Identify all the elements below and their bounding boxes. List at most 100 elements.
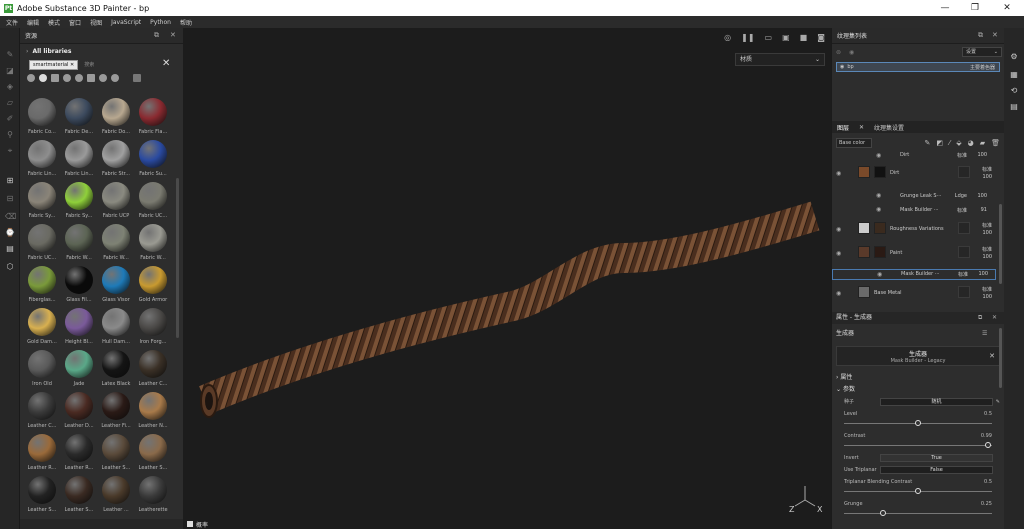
history-icon[interactable]: ⟲ — [1009, 86, 1019, 96]
cube-icon[interactable]: ⬡ — [5, 262, 15, 272]
level-value[interactable]: 0.5 — [984, 408, 992, 420]
menu-window[interactable]: 窗口 — [69, 18, 81, 27]
edit-icon[interactable]: ✎ — [996, 396, 1000, 408]
eye-icon[interactable]: ◉ — [840, 64, 844, 70]
projection-icon[interactable]: ◈ — [5, 82, 15, 92]
filter-material-icon[interactable] — [39, 74, 47, 82]
contrast-slider[interactable] — [844, 442, 992, 450]
slider-knob[interactable] — [915, 488, 921, 494]
layer-blend[interactable]: 标准 — [950, 152, 967, 159]
grid-view-icon[interactable] — [133, 74, 141, 82]
layer-opacity[interactable]: 100 — [975, 294, 992, 300]
slider-knob[interactable] — [879, 510, 886, 516]
log-icon[interactable]: ▤ — [1009, 102, 1019, 112]
grunge-value[interactable]: 0.25 — [981, 498, 992, 510]
layer-opacity[interactable]: 100 — [975, 174, 992, 180]
channel-select[interactable]: Base color — [836, 137, 872, 148]
asset-tile[interactable]: Fabric De... — [61, 98, 97, 140]
invert-toggle[interactable]: True — [880, 454, 993, 462]
display-settings-icon[interactable]: ▦ — [1009, 70, 1019, 80]
eye-icon[interactable]: ◉ — [876, 192, 881, 199]
assets-icon[interactable]: ⊞ — [5, 176, 15, 186]
filter-brush-icon[interactable] — [87, 74, 95, 82]
slider-knob[interactable] — [984, 442, 991, 448]
asset-tile[interactable]: Leather S... — [61, 476, 97, 518]
shader-settings-icon[interactable]: ⚙ — [1009, 52, 1019, 62]
eraser-icon[interactable]: ◪ — [5, 66, 15, 76]
asset-tile[interactable]: Gold Dam... — [24, 308, 60, 350]
asset-tile[interactable]: Iron Forg... — [135, 308, 171, 350]
asset-tile[interactable]: Leather N... — [135, 392, 171, 434]
add-effect-icon[interactable]: ✎ — [925, 139, 931, 147]
layer-blend[interactable]: 标准 — [975, 166, 992, 173]
layer-opacity[interactable]: 100 — [975, 254, 992, 260]
asset-tile[interactable]: Leather ... — [98, 476, 134, 518]
menu-python[interactable]: Python — [150, 19, 171, 26]
asset-tile[interactable]: Leather S... — [98, 434, 134, 476]
layer-opacity[interactable]: 100 — [971, 271, 988, 277]
filter-smart-icon[interactable] — [63, 74, 71, 82]
asset-tile[interactable]: Height Bl... — [61, 308, 97, 350]
shelf-icon[interactable]: ⊟ — [5, 194, 15, 204]
asset-tile[interactable]: Fabric UCP — [98, 182, 134, 224]
filter-texture-icon[interactable] — [51, 74, 59, 82]
asset-tile[interactable]: Gold Armor — [135, 266, 171, 308]
tab-layers-close-icon[interactable]: ✕ — [854, 124, 869, 131]
level-slider[interactable] — [844, 420, 992, 428]
menu-mode[interactable]: 模式 — [48, 18, 60, 27]
asset-tile[interactable]: Fabric UC... — [135, 182, 171, 224]
asset-tile[interactable]: Fabric UC... — [24, 224, 60, 266]
asset-tile[interactable]: Fabric W... — [98, 224, 134, 266]
paint-brush-icon[interactable]: ✎ — [5, 50, 15, 60]
layer-opacity[interactable]: 100 — [970, 193, 987, 199]
tab-texture-set-settings[interactable]: 纹理集设置 — [869, 123, 909, 132]
eye-icon[interactable]: ◉ — [876, 152, 881, 159]
asset-tile[interactable]: Leather R... — [24, 434, 60, 476]
panel-close-icon[interactable]: ✕ — [992, 312, 997, 324]
tab-layers[interactable]: 图层 — [832, 123, 854, 132]
eye-icon[interactable]: ◉ — [836, 250, 841, 257]
asset-tile[interactable]: Fabric W... — [61, 224, 97, 266]
filter-light-icon[interactable] — [111, 74, 119, 82]
add-smart-material-icon[interactable]: ◕ — [968, 139, 974, 147]
trash-icon[interactable]: ⌫ — [5, 212, 16, 222]
asset-tile[interactable]: Fabric Su... — [135, 140, 171, 182]
layer-opacity[interactable]: 100 — [970, 152, 987, 158]
asset-tile[interactable]: Leather C... — [24, 392, 60, 434]
asset-tile[interactable]: Leather Fi... — [98, 392, 134, 434]
asset-tile[interactable]: Leatherette — [135, 476, 171, 518]
asset-tile[interactable]: Iron Old — [24, 350, 60, 392]
seed-random-button[interactable]: 随机 — [880, 398, 993, 406]
add-paint-layer-icon[interactable]: ⁄ — [949, 139, 950, 147]
menu-view[interactable]: 视图 — [90, 18, 102, 27]
search-filter-chip[interactable]: smartmaterial ✕ — [29, 59, 79, 70]
panel-close-icon[interactable]: ✕ — [992, 31, 998, 39]
polygon-fill-icon[interactable]: ▱ — [5, 98, 15, 108]
add-fill-layer-icon[interactable]: ⬙ — [956, 139, 961, 147]
minimize-button[interactable]: — — [930, 0, 960, 16]
asset-tile[interactable]: Fiberglas... — [24, 266, 60, 308]
panel-close-icon[interactable]: ✕ — [170, 31, 176, 39]
asset-tile[interactable]: Hull Dam... — [98, 308, 134, 350]
asset-tile[interactable]: Fabric Co... — [24, 98, 60, 140]
layer-opacity[interactable]: 100 — [975, 230, 992, 236]
attributes-section[interactable]: › 属性 — [832, 372, 1004, 384]
viewport[interactable]: ◎ ❚❚ ▭ ▣ ■ ◙ 材质 ⌄ Z X 概率 — [183, 28, 831, 529]
menu-edit[interactable]: 编辑 — [27, 18, 39, 27]
menu-icon[interactable]: ☰ — [982, 328, 987, 340]
smudge-icon[interactable]: ✐ — [5, 114, 15, 124]
layer-blend[interactable]: 标准 — [975, 246, 992, 253]
layer-blend[interactable]: 标准 — [951, 271, 968, 278]
asset-tile[interactable]: Fabric Lin... — [61, 140, 97, 182]
slider-knob[interactable] — [915, 420, 921, 426]
layer-blend[interactable]: Ldge — [950, 193, 967, 199]
clear-search-icon[interactable]: ✕ — [162, 58, 170, 69]
layer-blend[interactable]: 标准 — [975, 222, 992, 229]
asset-tile[interactable]: Leather C... — [135, 350, 171, 392]
search-input[interactable]: 搜索 — [84, 61, 94, 68]
link-icon[interactable]: ⊚ — [836, 49, 841, 56]
contrast-value[interactable]: 0.99 — [981, 430, 992, 442]
blending-slider[interactable] — [844, 488, 992, 496]
checkbox-icon[interactable] — [187, 521, 193, 527]
menu-file[interactable]: 文件 — [6, 18, 18, 27]
